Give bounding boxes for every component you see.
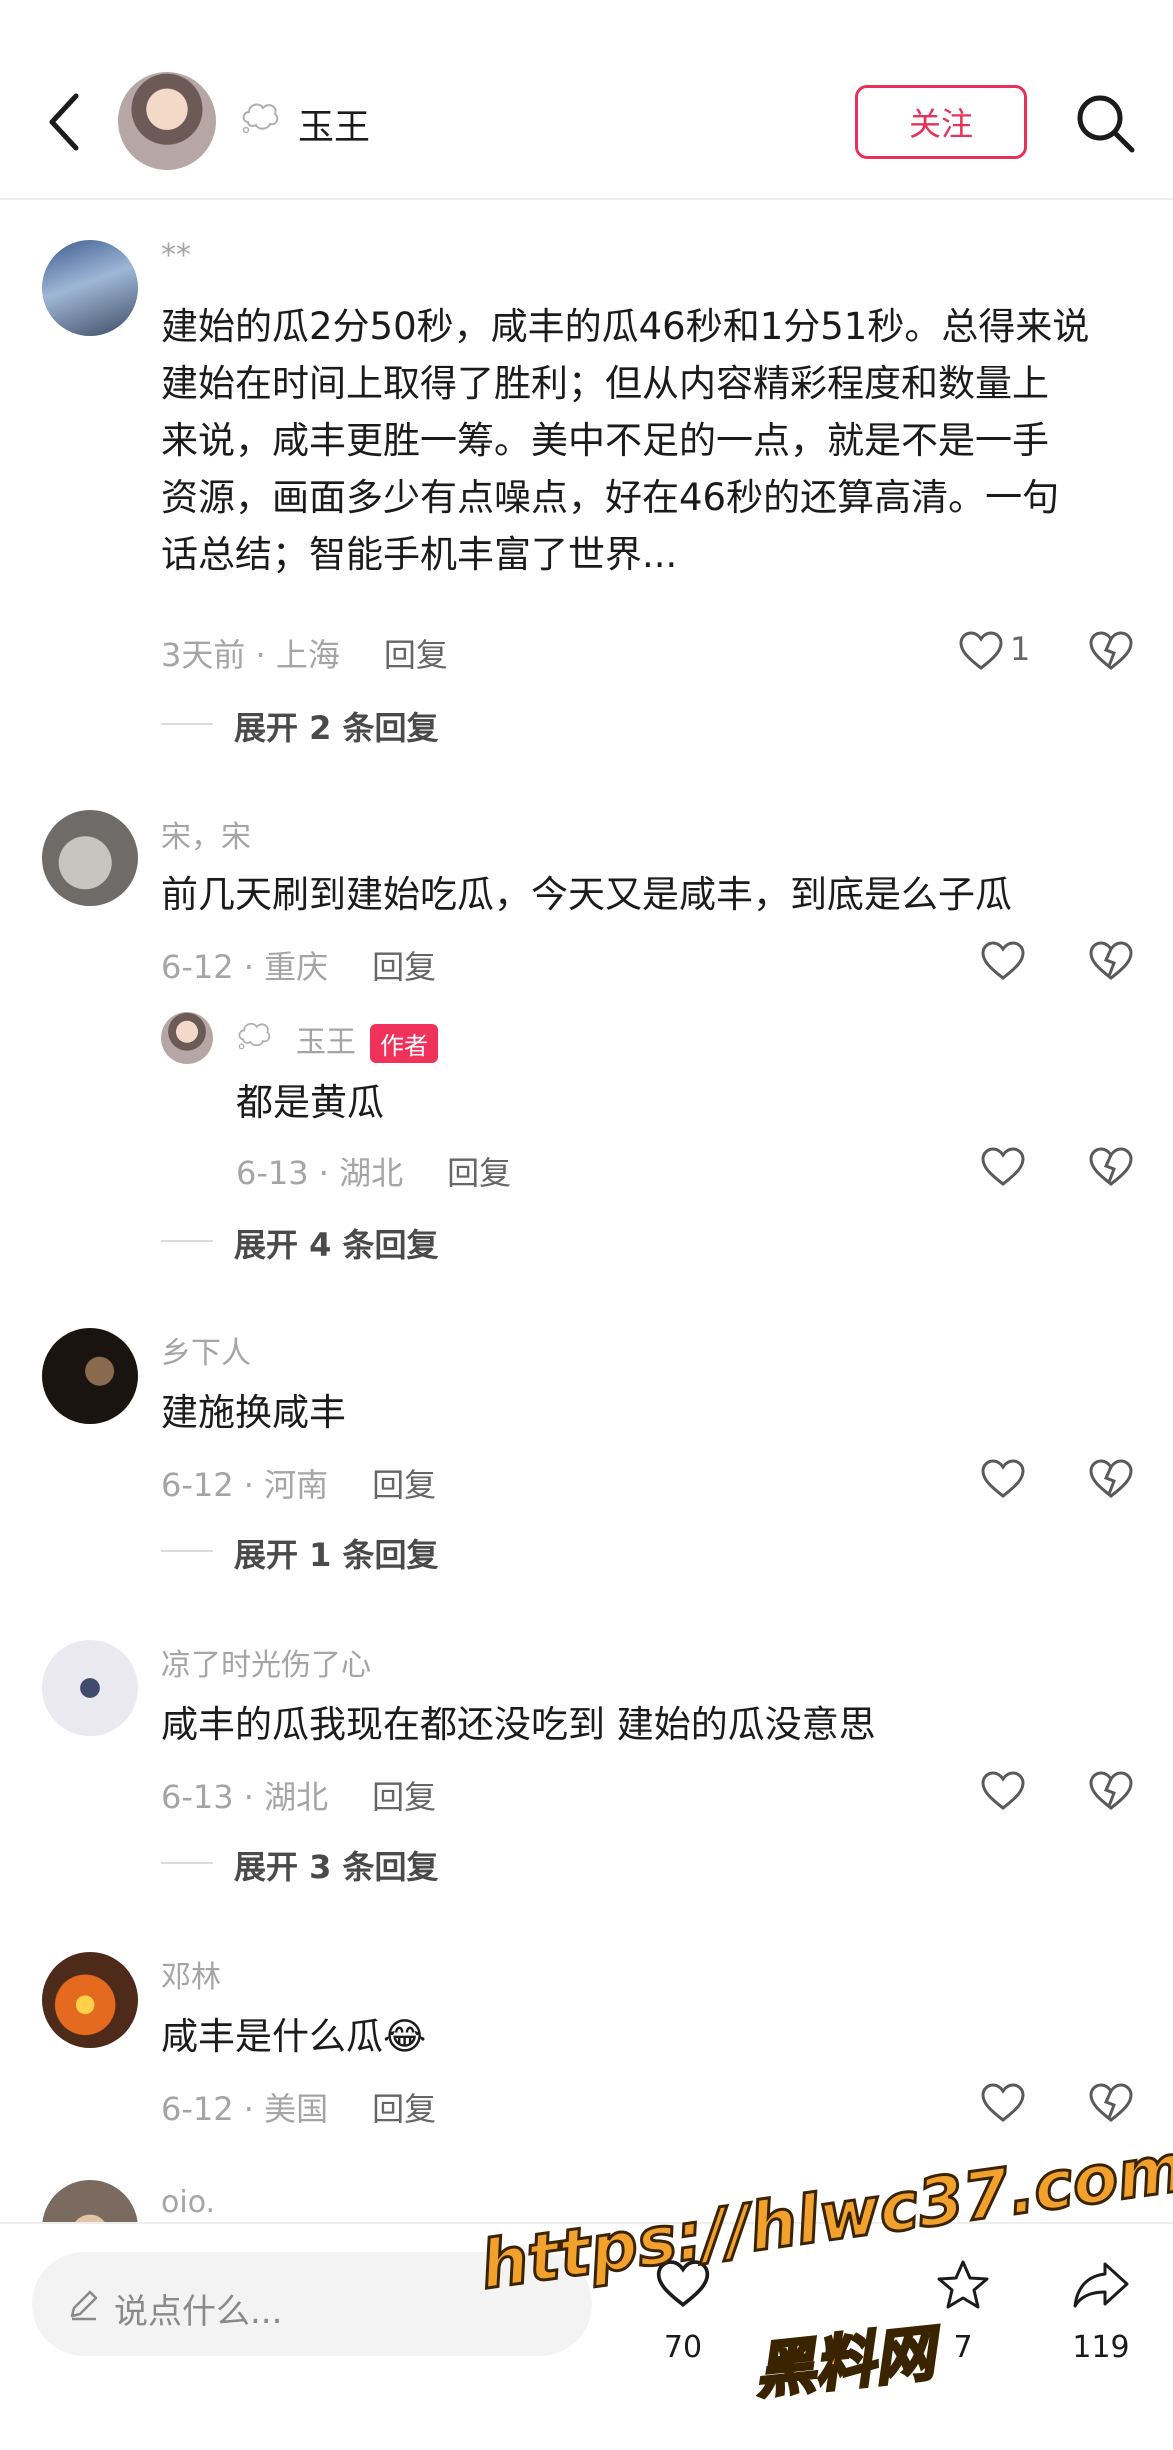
comment-text-line: 来说，咸丰更胜一筹。美中不足的一点，就是不是一手 <box>161 419 1049 462</box>
reply-button[interactable]: 回复 <box>384 636 448 674</box>
expand-replies-button[interactable]: 展开 1 条回复 <box>161 1530 561 1574</box>
divider <box>161 1550 213 1552</box>
header-bar: 玉王 关注 <box>0 0 1173 200</box>
follow-button[interactable]: 关注 <box>855 85 1027 159</box>
thought-bubble-icon <box>242 103 279 134</box>
star-icon <box>937 2260 989 2309</box>
chevron-left-icon[interactable] <box>44 92 84 152</box>
comment-text-line: 话总结；智能手机丰富了世界... <box>161 533 678 576</box>
comment-text: 咸丰是什么瓜😂 <box>161 2015 427 2058</box>
author-badge: 作者 <box>370 1024 438 1063</box>
comment-username[interactable]: ** <box>161 238 191 273</box>
reply-button[interactable]: 回复 <box>372 2090 436 2128</box>
author-avatar[interactable] <box>161 1012 213 1064</box>
heart-icon[interactable] <box>958 630 1004 672</box>
heart-icon[interactable] <box>980 1770 1026 1812</box>
comment-text-line: 资源，画面多少有点噪点，好在46秒的还算高清。一句 <box>161 476 1060 519</box>
user-avatar[interactable] <box>42 1640 138 1736</box>
divider <box>161 723 213 725</box>
comment-username[interactable]: 宋，宋 <box>161 812 251 856</box>
broken-heart-icon[interactable] <box>1088 1146 1134 1188</box>
author-avatar[interactable] <box>118 72 216 170</box>
comment-text-line: 建始在时间上取得了胜利；但从内容精彩程度和数量上 <box>161 362 1049 405</box>
comment-meta: 6-12 · 重庆 回复 <box>161 942 436 988</box>
favorite-total: 7 <box>953 2330 973 2365</box>
reply-username-row: 玉王 作者 <box>296 1017 438 1063</box>
reply-button[interactable]: 回复 <box>372 1778 436 1816</box>
pencil-icon <box>70 2290 98 2321</box>
like-count: 1 <box>1010 630 1031 668</box>
comment-meta: 3天前 · 上海 回复 <box>161 630 448 676</box>
comment-username[interactable]: 乡下人 <box>161 1328 251 1372</box>
reply-username[interactable]: 玉王 <box>296 1025 356 1060</box>
heart-icon[interactable] <box>980 940 1026 982</box>
reply-text: 都是黄瓜 <box>236 1081 384 1124</box>
user-avatar[interactable] <box>42 240 138 336</box>
expand-label: 展开 2 条回复 <box>234 709 439 747</box>
share-action[interactable]: 119 <box>1066 2258 1136 2368</box>
comment-time-location: 6-12 · 重庆 <box>161 948 329 986</box>
like-total: 70 <box>663 2330 703 2365</box>
broken-heart-icon[interactable] <box>1088 940 1134 982</box>
user-avatar[interactable] <box>42 810 138 906</box>
expand-replies-button[interactable]: 展开 2 条回复 <box>161 703 561 747</box>
comment-username[interactable]: oio. <box>161 2185 215 2220</box>
reply-time-location: 6-13 · 湖北 <box>236 1154 404 1192</box>
expand-replies-button[interactable]: 展开 4 条回复 <box>161 1220 561 1264</box>
expand-replies-button[interactable]: 展开 3 条回复 <box>161 1842 561 1886</box>
expand-label: 展开 3 条回复 <box>234 1848 439 1886</box>
input-placeholder: 说点什么... <box>114 2292 283 2332</box>
comment-meta: 6-12 · 美国 回复 <box>161 2084 436 2130</box>
broken-heart-icon[interactable] <box>1088 1770 1134 1812</box>
comment-meta: 6-12 · 河南 回复 <box>161 1460 436 1506</box>
reply-button[interactable]: 回复 <box>372 948 436 986</box>
divider <box>161 1240 213 1242</box>
broken-heart-icon[interactable] <box>1088 630 1134 672</box>
comment-time-location: 6-12 · 河南 <box>161 1466 329 1504</box>
comment-text: 建施换咸丰 <box>161 1391 346 1434</box>
reply-button[interactable]: 回复 <box>372 1466 436 1504</box>
expand-label: 展开 4 条回复 <box>234 1226 439 1264</box>
reply-button[interactable]: 回复 <box>447 1154 511 1192</box>
heart-icon[interactable] <box>980 1146 1026 1188</box>
comment-text-line: 建始的瓜2分50秒，咸丰的瓜46秒和1分51秒。总得来说 <box>161 305 1090 348</box>
heart-icon[interactable] <box>980 2082 1026 2124</box>
share-total: 119 <box>1072 2330 1130 2365</box>
user-avatar[interactable] <box>42 1952 138 2048</box>
comment-username[interactable]: 凉了时光伤了心 <box>161 1640 371 1684</box>
reply-meta: 6-13 · 湖北 回复 <box>236 1148 511 1194</box>
expand-label: 展开 1 条回复 <box>234 1536 439 1574</box>
broken-heart-icon[interactable] <box>1088 1458 1134 1500</box>
user-avatar[interactable] <box>42 1328 138 1424</box>
comment-text: 前几天刷到建始吃瓜，今天又是咸丰，到底是么子瓜 <box>161 873 1012 916</box>
comment-meta: 6-13 · 湖北 回复 <box>161 1772 436 1818</box>
search-icon[interactable] <box>1074 92 1136 154</box>
comment-time-location: 6-13 · 湖北 <box>161 1778 329 1816</box>
comment-time-location: 3天前 · 上海 <box>161 636 340 674</box>
heart-icon[interactable] <box>980 1458 1026 1500</box>
comment-text: 建始的瓜2分50秒，咸丰的瓜46秒和1分51秒。总得来说 建始在时间上取得了胜利… <box>161 298 1121 583</box>
author-name[interactable]: 玉王 <box>298 98 370 150</box>
broken-heart-icon[interactable] <box>1088 2082 1134 2124</box>
comment-username[interactable]: 邓林 <box>161 1952 221 1996</box>
favorite-action[interactable]: 7 <box>928 2258 998 2368</box>
comment-time-location: 6-12 · 美国 <box>161 2090 329 2128</box>
share-icon <box>1073 2262 1129 2308</box>
divider <box>161 1862 213 1864</box>
comment-text: 咸丰的瓜我现在都还没吃到 建始的瓜没意思 <box>161 1703 876 1746</box>
thought-bubble-icon <box>238 1022 271 1050</box>
